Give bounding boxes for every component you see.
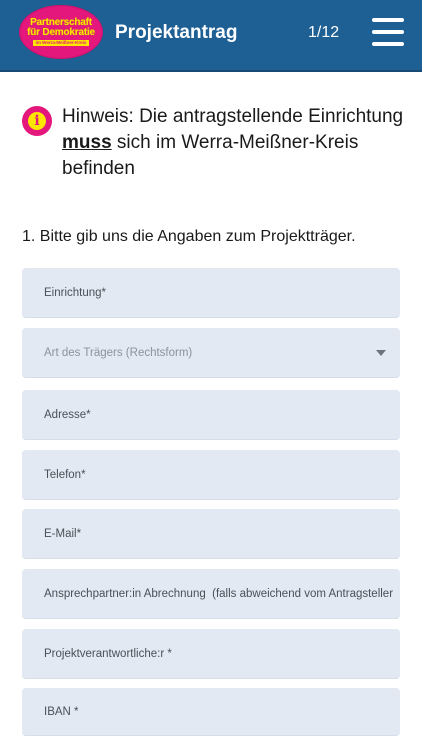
logo: Partnerschaft für Demokratie im Werra-Me… [20,6,102,58]
app-header: Partnerschaft für Demokratie im Werra-Me… [0,0,422,72]
einrichtung-input[interactable] [44,286,400,299]
logo-line-2: für Demokratie [27,27,95,38]
telefon-field[interactable] [22,450,400,500]
chevron-down-icon [376,350,386,356]
email-input[interactable] [44,527,400,540]
notice-text: Hinweis: Die antragstellende Einrichtung… [62,104,412,182]
section-question: 1. Bitte gib uns die Angaben zum Projekt… [22,228,356,245]
einrichtung-field[interactable] [22,268,400,318]
menu-bar [372,30,404,34]
page-title: Projektantrag [115,22,238,43]
traeger-art-select-label: Art des Trägers (Rechtsform) [44,346,193,359]
adresse-input[interactable] [44,408,400,421]
notice-text-before: Hinweis: Die antragstellende Einrichtung [62,106,404,127]
ansprechpartner-input[interactable] [44,587,400,600]
logo-line-3: im Werra-Meißner-Kreis [32,40,90,46]
projektverantwortliche-field[interactable] [22,629,400,679]
hamburger-menu-icon[interactable] [372,18,404,46]
menu-bar [372,18,404,22]
step-counter: 1/12 [308,24,340,41]
projektverantwortliche-input[interactable] [44,647,400,660]
iban-input[interactable] [44,705,400,718]
ansprechpartner-field[interactable] [22,569,400,619]
info-icon-glyph: i [28,112,46,130]
iban-field[interactable] [22,688,400,736]
adresse-field[interactable] [22,390,400,440]
traeger-art-select[interactable]: Art des Trägers (Rechtsform) [22,328,400,378]
email-field[interactable] [22,509,400,559]
telefon-input[interactable] [44,468,400,481]
info-icon: i [22,106,52,136]
menu-bar [372,42,404,46]
notice-emphasis: muss [62,132,112,153]
